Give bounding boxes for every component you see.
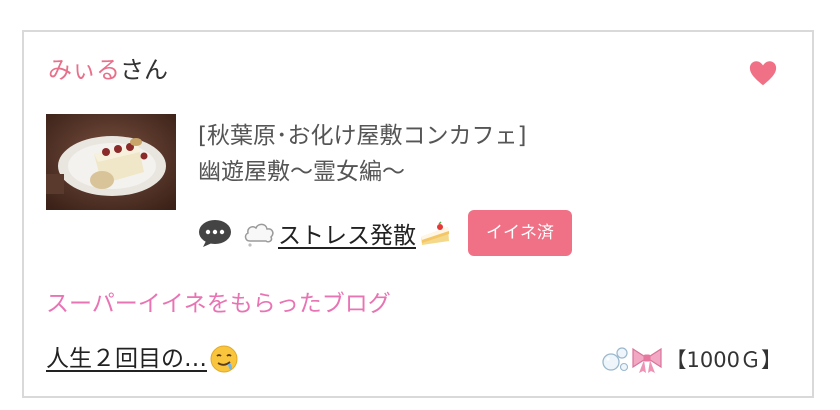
comment-text: ストレス発散: [278, 223, 416, 249]
cloud-icon: [244, 223, 274, 247]
user-name[interactable]: みぃる: [48, 56, 120, 84]
drooling-face-icon: [210, 345, 238, 373]
entry-title-line2: 幽遊屋敷〜霊女編〜: [198, 159, 405, 185]
user-suffix: さん: [120, 56, 168, 84]
iine-done-badge[interactable]: イイネ済: [468, 210, 572, 256]
points-area: 【1000Ｇ】: [600, 342, 782, 376]
ribbon-icon: [631, 347, 662, 373]
super-iine-label: スーパーイイネをもらったブログ: [46, 291, 391, 317]
entry-title[interactable]: [秋葉原･お化け屋敷コンカフェ] 幽遊屋敷〜霊女編〜: [198, 118, 526, 190]
entry-thumbnail[interactable]: [46, 114, 176, 210]
cake-icon: [421, 221, 449, 245]
entry-title-line1: [秋葉原･お化け屋敷コンカフェ]: [198, 123, 527, 149]
heart-icon[interactable]: [748, 58, 778, 88]
notification-card: みぃるさん [秋葉原･お化け屋敷コンカフェ] 幽遊屋敷〜霊女編〜 ストレス発散 …: [22, 30, 814, 398]
super-iine-blog-link[interactable]: 人生２回目の…: [46, 342, 239, 376]
super-iine-blog-title: 人生２回目の…: [46, 346, 207, 372]
comment-row: ストレス発散 イイネ済: [198, 208, 572, 258]
comment-link[interactable]: ストレス発散: [242, 216, 452, 250]
bubbles-icon: [601, 347, 628, 372]
speech-bubble-icon: [199, 220, 231, 247]
points-text: 【1000Ｇ】: [665, 348, 782, 372]
user-line: みぃるさん: [48, 54, 168, 86]
cake-photo-image: [46, 114, 176, 210]
